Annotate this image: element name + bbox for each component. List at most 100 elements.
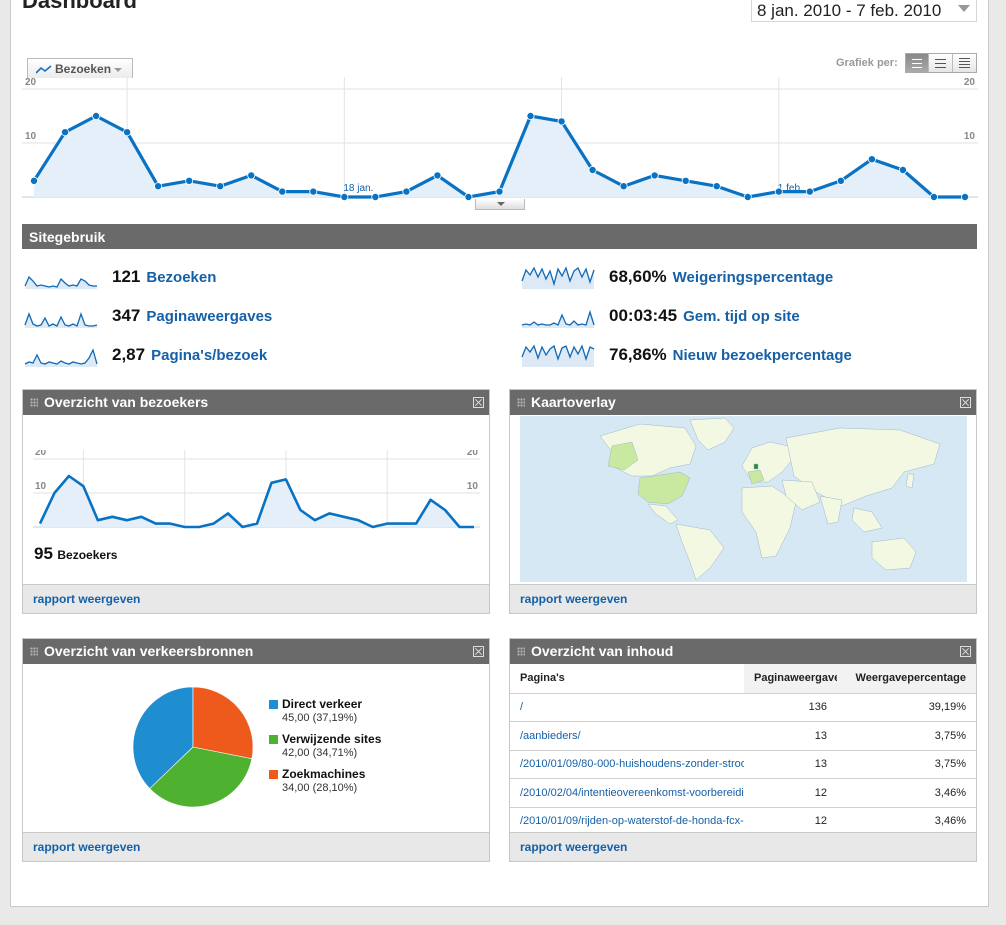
page-link[interactable]: /aanbieders/ <box>510 721 744 751</box>
pages-per-visit-label[interactable]: Pagina's/bezoek <box>151 347 267 364</box>
graph-by-label: Grafiek per: <box>836 57 898 69</box>
data-point[interactable] <box>61 128 70 137</box>
data-point[interactable] <box>929 193 938 202</box>
column-header-pageviews[interactable]: Paginaweergaves <box>744 664 837 694</box>
column-header-page[interactable]: Pagina's <box>510 664 744 694</box>
line-chart-icon <box>36 65 52 74</box>
drag-handle-icon[interactable] <box>30 398 38 407</box>
data-point[interactable] <box>836 176 845 185</box>
series-line <box>38 474 474 529</box>
stat-new-visits[interactable]: 76,86% Nieuw bezoekpercentage <box>521 343 852 367</box>
avg-time-sparkline <box>521 309 595 328</box>
stat-bounce-rate[interactable]: 68,60% Weigeringspercentage <box>521 265 833 289</box>
pageviews-value: 347 <box>112 306 141 325</box>
data-point[interactable] <box>216 182 225 191</box>
traffic-panel-header[interactable]: Overzicht van verkeersbronnen <box>23 639 489 664</box>
map-report-link[interactable]: rapport weergeven <box>510 584 976 613</box>
data-point[interactable] <box>898 166 907 175</box>
data-point[interactable] <box>92 112 101 121</box>
metric-selector-tab[interactable]: Bezoeken <box>27 58 133 78</box>
data-point[interactable] <box>123 128 132 137</box>
data-point[interactable] <box>464 193 473 202</box>
drag-handle-icon[interactable] <box>517 647 525 656</box>
data-point[interactable] <box>433 171 442 180</box>
data-point[interactable] <box>154 182 163 191</box>
y-tick-label: 10 <box>25 131 37 142</box>
pages-per-visit-value: 2,87 <box>112 345 146 364</box>
data-point[interactable] <box>650 171 659 180</box>
view-week-button[interactable] <box>929 54 953 72</box>
data-point[interactable] <box>681 176 690 185</box>
data-point[interactable] <box>774 187 783 196</box>
legend-swatch <box>269 735 278 744</box>
data-point[interactable] <box>712 182 721 191</box>
table-row: /2010/02/04/intentieovereenkomst-voorber… <box>510 778 976 808</box>
visits-over-time-chart[interactable]: 2020101011 jan.18 jan.25 jan.1 feb. <box>22 77 978 203</box>
stat-pageviews[interactable]: 347 Paginaweergaves <box>24 304 272 328</box>
visitors-panel-header[interactable]: Overzicht van bezoekers <box>23 390 489 415</box>
traffic-report-link[interactable]: rapport weergeven <box>23 832 489 861</box>
map-netherlands[interactable] <box>753 463 759 470</box>
data-point[interactable] <box>588 166 597 175</box>
close-icon[interactable] <box>473 397 484 408</box>
data-point[interactable] <box>402 187 411 196</box>
close-icon[interactable] <box>473 646 484 657</box>
data-point[interactable] <box>743 193 752 202</box>
close-icon[interactable] <box>960 646 971 657</box>
stat-avg-time[interactable]: 00:03:45 Gem. tijd op site <box>521 304 800 328</box>
data-point[interactable] <box>29 176 38 185</box>
pie-slice-2[interactable] <box>192 686 254 759</box>
pageviews-label[interactable]: Paginaweergaves <box>146 308 272 325</box>
collapse-chart-button[interactable] <box>475 199 525 210</box>
stat-visits[interactable]: 121 Bezoeken <box>24 265 216 289</box>
y-tick-label: 20 <box>35 450 47 458</box>
data-point[interactable] <box>185 176 194 185</box>
pageviews-sparkline <box>24 312 98 328</box>
data-point[interactable] <box>526 112 535 121</box>
visits-label[interactable]: Bezoeken <box>146 269 216 286</box>
data-point[interactable] <box>557 117 566 126</box>
drag-handle-icon[interactable] <box>30 647 38 656</box>
page-link[interactable]: /2010/01/09/80-000-huishoudens-zonder-st… <box>510 750 744 779</box>
content-report-link[interactable]: rapport weergeven <box>510 832 976 861</box>
content-panel-header[interactable]: Overzicht van inhoud <box>510 639 976 664</box>
data-point[interactable] <box>278 187 287 196</box>
data-point[interactable] <box>805 187 814 196</box>
content-table: Pagina's Paginaweergaves Weergavepercent… <box>510 664 976 836</box>
y-tick-label: 10 <box>964 131 976 142</box>
data-point[interactable] <box>309 187 318 196</box>
new-visits-label[interactable]: Nieuw bezoekpercentage <box>673 347 852 364</box>
date-range-picker[interactable]: 8 jan. 2010 - 7 feb. 2010 <box>751 0 977 22</box>
page-link[interactable]: / <box>510 693 744 722</box>
column-header-percentage[interactable]: Weergavepercentage <box>837 664 976 694</box>
view-month-button[interactable] <box>952 54 976 72</box>
bounce-rate-label[interactable]: Weigeringspercentage <box>673 269 834 286</box>
table-row: / 136 39,19% <box>510 693 976 722</box>
visitors-chart[interactable]: 20 20 10 10 <box>33 450 480 530</box>
avg-time-label[interactable]: Gem. tijd op site <box>683 308 800 325</box>
close-icon[interactable] <box>960 397 971 408</box>
data-point[interactable] <box>619 182 628 191</box>
legend-search: Zoekmachines 34,00 (28,10%) <box>269 767 381 802</box>
world-map[interactable] <box>520 416 967 582</box>
data-point[interactable] <box>371 193 380 202</box>
data-point[interactable] <box>961 193 970 202</box>
data-point[interactable] <box>340 193 349 202</box>
x-tick-label: 18 jan. <box>343 183 373 194</box>
view-day-button[interactable] <box>906 54 930 72</box>
data-point[interactable] <box>247 171 256 180</box>
stat-pages-per-visit[interactable]: 2,87 Pagina's/bezoek <box>24 343 267 367</box>
traffic-pie-chart[interactable] <box>131 685 255 809</box>
table-row: /aanbieders/ 13 3,75% <box>510 721 976 751</box>
data-point[interactable] <box>867 155 876 164</box>
percentage-cell: 39,19% <box>837 693 976 722</box>
drag-handle-icon[interactable] <box>517 398 525 407</box>
visitors-report-link[interactable]: rapport weergeven <box>23 584 489 613</box>
map-panel-title: Kaartoverlay <box>531 394 616 410</box>
percentage-cell: 3,75% <box>837 750 976 779</box>
data-point[interactable] <box>495 187 504 196</box>
page-link[interactable]: /2010/02/04/intentieovereenkomst-voorber… <box>510 778 744 808</box>
table-row: /2010/01/09/80-000-huishoudens-zonder-st… <box>510 750 976 779</box>
map-panel-header[interactable]: Kaartoverlay <box>510 390 976 415</box>
chevron-down-icon[interactable] <box>958 5 970 12</box>
